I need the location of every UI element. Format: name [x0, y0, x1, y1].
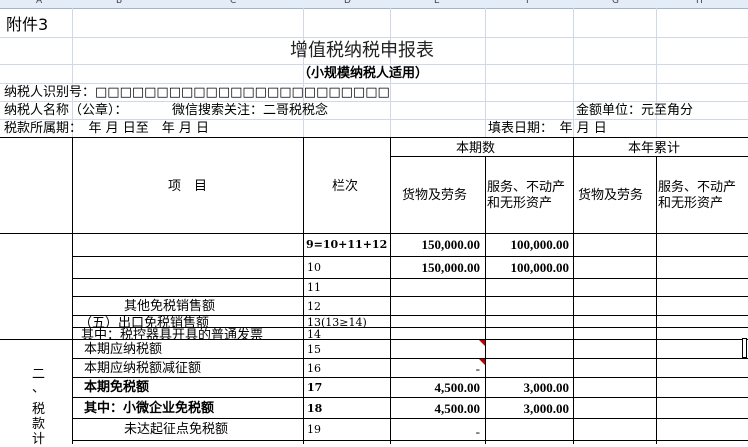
section2-char-5: 计 [32, 432, 46, 447]
fill-date-label: 填表日期： 年 月 日 [488, 121, 607, 136]
header-item: 项 目 [168, 179, 208, 194]
row-label-tax-control-invoice: 其中：税控器具开具的普通发票 [81, 328, 264, 339]
row-label-small-micro-exempt: 其中：小微企业免税额 [84, 401, 215, 416]
section2-char-3: 税 [32, 402, 46, 417]
section2-char-4: 款 [32, 417, 46, 432]
cell-services-10[interactable]: 100,000.00 [485, 261, 570, 274]
cell-goods-10[interactable]: 150,000.00 [390, 261, 481, 274]
section2-char-2: 、 [32, 381, 46, 396]
cell-goods-9[interactable]: 150,000.00 [390, 238, 481, 251]
column-header-f[interactable]: F [526, 0, 531, 6]
line-no-10: 10 [307, 261, 321, 274]
line-no-12: 12 [307, 300, 321, 313]
header-goods-current: 货物及劳务 [402, 188, 468, 203]
column-header-g[interactable]: G [612, 0, 619, 6]
column-header-h[interactable]: H [696, 0, 703, 6]
cell-goods-16[interactable]: - [390, 362, 480, 375]
line-no-13-clip: 13(13≥14) [304, 316, 389, 327]
cell-services-9[interactable]: 100,000.00 [485, 238, 570, 251]
header-services-current-1: 服务、不动产 [487, 180, 566, 195]
column-header-d[interactable]: D [344, 0, 351, 6]
header-current-period: 本期数 [456, 141, 496, 156]
row-label-below-threshold: 未达起征点免税额 [124, 422, 229, 437]
taxpayer-id-label: 纳税人识别号：□□□□□□□□□□□□□□□□□□□□□□□□ [4, 85, 390, 100]
line-no-14-clip: 14 [304, 328, 389, 339]
row-label-tax-control-clip: 其中：税控器具开具的普通发票 [73, 328, 302, 339]
line-no-19: 19 [307, 423, 321, 436]
column-header-b[interactable]: B [116, 0, 122, 6]
row-label-export-exempt-sales: （五）出口免税销售额 [79, 316, 210, 327]
row-label-other-exempt-sales: 其他免税销售额 [124, 299, 216, 314]
line-no-9: 9=10+11+12 [306, 238, 388, 251]
comment-marker[interactable] [479, 340, 485, 346]
column-header-bar: A B C D E F G H [0, 0, 748, 9]
header-goods-year: 货物及劳务 [578, 188, 644, 203]
section2-char-1: 二 [32, 367, 46, 382]
line-no-17: 17 [307, 381, 323, 394]
line-no-15: 15 [307, 343, 321, 356]
cell-goods-18[interactable]: 4,500.00 [390, 402, 481, 415]
line-no-11: 11 [307, 281, 321, 294]
column-header-a[interactable]: A [36, 0, 42, 6]
line-no-13: 13(13≥14) [307, 316, 367, 327]
header-services-year-1: 服务、不动产 [658, 180, 737, 195]
comment-marker[interactable] [479, 359, 485, 365]
row-label-export-clip: （五）出口免税销售额 [73, 316, 302, 327]
form-title: 增值税纳税申报表 [290, 40, 434, 61]
column-header-e[interactable]: E [434, 0, 440, 6]
amount-unit-label: 金额单位：元至角分 [576, 103, 694, 118]
header-services-year-2: 和无形资产 [658, 196, 724, 211]
header-line-no: 栏次 [332, 179, 359, 194]
line-no-16: 16 [307, 362, 321, 375]
form-subtitle: （小规模纳税人适用） [298, 66, 429, 81]
attachment-label: 附件3 [6, 15, 49, 34]
tax-period-label: 税款所属期： 年 月 日至 年 月 日 [4, 121, 210, 136]
cell-services-18[interactable]: 3,000.00 [485, 402, 570, 415]
line-no-18: 18 [307, 402, 323, 415]
taxpayer-name-label: 纳税人名称（公章）： [4, 103, 128, 118]
line-no-14: 14 [307, 328, 321, 339]
row-label-tax-reduction: 本期应纳税额减征额 [84, 361, 202, 376]
cell-selection-marker[interactable] [742, 338, 747, 358]
header-services-current-2: 和无形资产 [487, 196, 553, 211]
row-label-exempt-tax: 本期免税额 [84, 380, 150, 395]
header-year-total: 本年累计 [628, 141, 681, 156]
cell-goods-19[interactable]: - [390, 425, 480, 438]
cell-goods-17[interactable]: 4,500.00 [390, 381, 481, 394]
wechat-note: 微信搜索关注：二哥税税念 [172, 103, 329, 118]
row-label-tax-payable: 本期应纳税额 [84, 342, 163, 357]
cell-services-17[interactable]: 3,000.00 [485, 381, 570, 394]
column-header-c[interactable]: C [230, 0, 236, 6]
